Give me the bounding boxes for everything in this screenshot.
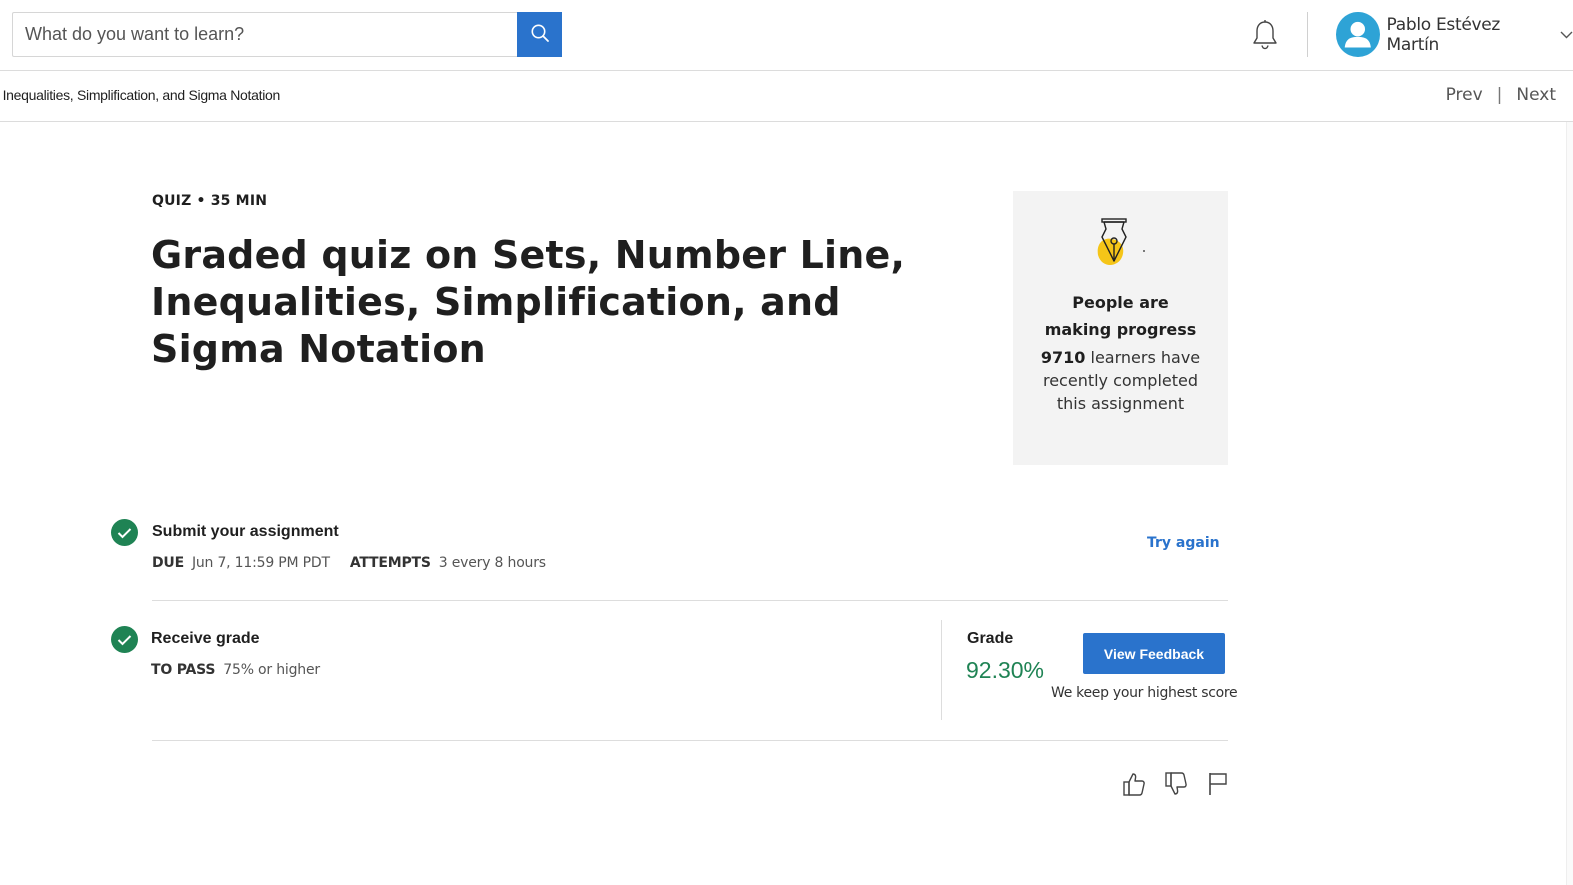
grade-complete-check-icon	[111, 626, 138, 653]
grade-divider	[941, 620, 942, 720]
attempts-label: ATTEMPTS	[349, 555, 431, 571]
progress-card: People are making progress 9710 learners…	[1013, 191, 1228, 465]
submit-step-title: Submit your assignment	[152, 523, 339, 540]
grade-value: 92.30%	[966, 657, 1045, 683]
thumbs-down-icon[interactable]	[1163, 770, 1189, 798]
learner-count: 9710	[1040, 348, 1086, 367]
thumbs-up-icon[interactable]	[1121, 770, 1147, 798]
submit-step-meta: DUE Jun 7, 11:59 PM PDT ATTEMPTS 3 every…	[152, 555, 566, 571]
highest-score-note: We keep your highest score	[1051, 685, 1238, 701]
due-value: Jun 7, 11:59 PM PDT	[191, 555, 330, 571]
notifications-button[interactable]	[1249, 19, 1281, 56]
flag-icon[interactable]	[1205, 770, 1231, 798]
chevron-down-icon	[1560, 31, 1573, 39]
next-link[interactable]: Next	[1516, 85, 1556, 105]
to-pass-label: TO PASS	[151, 662, 216, 678]
top-header: Pablo Estévez Martín	[0, 0, 1573, 71]
step-divider	[152, 600, 1228, 601]
submit-complete-check-icon	[111, 519, 138, 546]
quiz-meta: QUIZ • 35 MIN	[152, 193, 268, 209]
item-navigation-bar: Graded quiz on Sets, Number Line, Inequa…	[0, 71, 1573, 122]
grade-step-title: Receive grade	[151, 630, 260, 647]
user-menu[interactable]: Pablo Estévez Martín	[1336, 12, 1573, 57]
breadcrumb-item-title[interactable]: Graded quiz on Sets, Number Line, Inequa…	[0, 87, 280, 103]
progress-card-title: People are making progress	[1044, 293, 1197, 339]
nav-separator: |	[1496, 85, 1503, 105]
due-label: DUE	[152, 555, 184, 571]
scrollbar[interactable]	[1566, 122, 1573, 885]
section-divider	[152, 740, 1228, 741]
search-icon	[530, 23, 550, 46]
prev-next-nav: Prev | Next	[1446, 85, 1556, 105]
search-button[interactable]	[517, 12, 562, 57]
view-feedback-button[interactable]: View Feedback	[1083, 633, 1225, 674]
prev-link[interactable]: Prev	[1446, 85, 1483, 105]
try-again-link[interactable]: Try again	[1147, 535, 1220, 551]
grade-label: Grade	[967, 630, 1014, 647]
grade-step-meta: TO PASS 75% or higher	[151, 662, 340, 678]
pen-icon	[1013, 217, 1228, 275]
search-bar	[12, 12, 562, 57]
breadcrumb: Graded quiz on Sets, Number Line, Inequa…	[0, 87, 280, 103]
progress-card-body: 9710 learners have recently completed th…	[1013, 346, 1228, 415]
search-input[interactable]	[12, 12, 517, 57]
bell-icon	[1251, 19, 1279, 56]
user-name: Pablo Estévez Martín	[1386, 14, 1501, 55]
attempts-value: 3 every 8 hours	[438, 555, 546, 571]
to-pass-value: 75% or higher	[223, 662, 320, 678]
header-divider	[1307, 12, 1308, 57]
user-avatar-icon	[1336, 12, 1380, 57]
item-feedback-actions	[1121, 770, 1231, 798]
page-title: Graded quiz on Sets, Number Line, Inequa…	[151, 233, 906, 371]
